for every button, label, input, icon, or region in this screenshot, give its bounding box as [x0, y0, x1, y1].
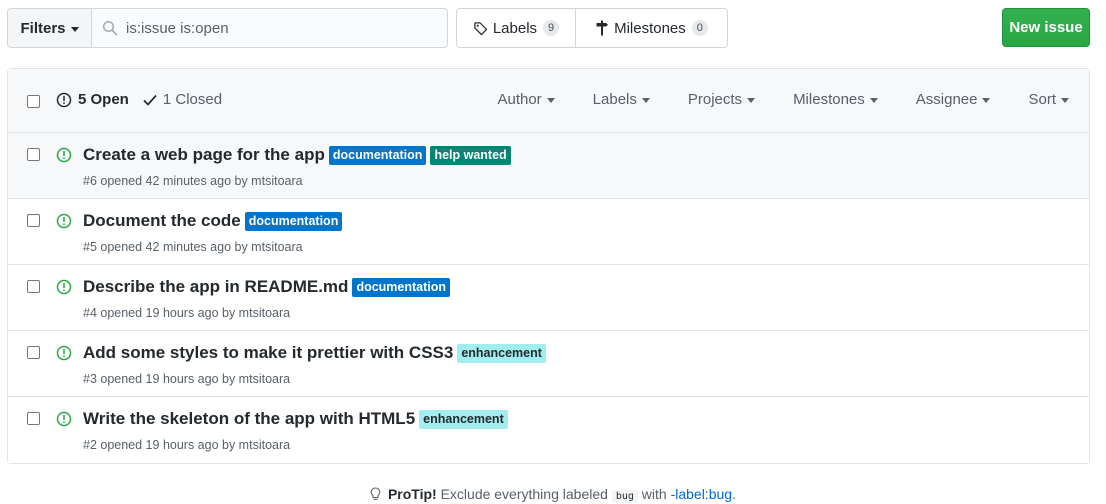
milestones-count-badge: 0: [691, 20, 708, 36]
issue-state-toggle: 5 Open 1 Closed: [56, 91, 222, 108]
search-icon: [102, 20, 118, 36]
issue-title-line: Document the code documentation: [83, 211, 343, 231]
label-documentation[interactable]: documentation: [352, 277, 451, 297]
chevron-down-icon: [1061, 98, 1069, 103]
issue-opened-icon: [56, 92, 72, 107]
chevron-down-icon: [869, 98, 878, 103]
issue-opened-icon: [56, 345, 72, 361]
issue-meta: #4 opened 19 hours ago by mtsitoara: [83, 306, 291, 320]
sort-menu-label: Sort: [1028, 91, 1056, 108]
protip: ProTip! Exclude everything labeled bug w…: [0, 486, 1106, 503]
sort-menu[interactable]: Sort: [1028, 91, 1069, 108]
search-box[interactable]: [92, 9, 447, 47]
issue-row[interactable]: Add some styles to make it prettier with…: [8, 331, 1089, 397]
issue-rows: Create a web page for the app documentati…: [8, 133, 1089, 463]
chevron-down-icon: [982, 98, 991, 103]
issue-checkbox[interactable]: [27, 214, 40, 227]
issue-checkbox[interactable]: [27, 412, 40, 425]
issue-row[interactable]: Write the skeleton of the app with HTML5…: [8, 397, 1089, 463]
issue-meta: #3 opened 19 hours ago by mtsitoara: [83, 372, 291, 386]
filters-button[interactable]: Filters: [8, 9, 92, 47]
protip-link[interactable]: -label:bug: [671, 486, 733, 502]
issue-opened-icon: [56, 279, 72, 295]
chevron-down-icon: [641, 98, 650, 103]
milestone-icon: [596, 20, 609, 36]
search-input[interactable]: [126, 19, 426, 37]
issue-checkbox[interactable]: [27, 346, 40, 359]
chevron-down-icon: [546, 98, 555, 103]
check-icon: [143, 94, 157, 106]
open-count-label: 5 Open: [78, 91, 129, 108]
projects-menu[interactable]: Projects: [687, 91, 756, 108]
open-issues-link[interactable]: 5 Open: [56, 91, 129, 108]
assignee-menu[interactable]: Assignee: [916, 91, 991, 108]
label-documentation[interactable]: documentation: [244, 211, 343, 231]
label-enhancement[interactable]: enhancement: [457, 343, 546, 363]
labels-menu-label: Labels: [592, 91, 637, 108]
issue-title-line: Write the skeleton of the app with HTML5…: [83, 409, 508, 429]
select-all-checkbox[interactable]: [27, 95, 40, 108]
milestones-button[interactable]: Milestones 0: [576, 9, 727, 47]
filters-search-group: Filters: [7, 8, 448, 48]
issue-title-line: Create a web page for the app documentati…: [83, 145, 511, 165]
issue-meta: #5 opened 42 minutes ago by mtsitoara: [83, 240, 303, 254]
projects-menu-label: Projects: [687, 91, 743, 108]
issue-title-link[interactable]: Add some styles to make it prettier with…: [83, 343, 453, 363]
issue-title-link[interactable]: Create a web page for the app: [83, 145, 325, 165]
issues-list: 5 Open 1 Closed Author Labels Projects M…: [7, 68, 1090, 464]
labels-button-label: Labels: [492, 19, 538, 37]
label-documentation[interactable]: documentation: [328, 145, 427, 165]
issue-row[interactable]: Create a web page for the app documentati…: [8, 133, 1089, 199]
filter-menus: Author Labels Projects Milestones Assign…: [497, 91, 1069, 108]
protip-text-before: Exclude everything labeled: [440, 486, 608, 502]
issue-title-link[interactable]: Write the skeleton of the app with HTML5: [83, 409, 415, 429]
labels-button[interactable]: Labels 9: [457, 9, 576, 47]
chevron-down-icon: [747, 98, 756, 103]
filters-label: Filters: [20, 19, 66, 37]
issue-meta: #2 opened 19 hours ago by mtsitoara: [83, 438, 291, 452]
assignee-menu-label: Assignee: [915, 91, 978, 108]
issue-checkbox[interactable]: [27, 280, 40, 293]
chevron-down-icon: [70, 26, 79, 32]
issue-row[interactable]: Describe the app in README.md documentati…: [8, 265, 1089, 331]
light-bulb-icon: [370, 487, 381, 500]
labels-count-badge: 9: [543, 20, 560, 36]
label-enhancement[interactable]: enhancement: [419, 409, 508, 429]
protip-text-middle: with: [641, 486, 667, 502]
closed-issues-link[interactable]: 1 Closed: [143, 91, 222, 108]
issue-title-link[interactable]: Describe the app in README.md: [83, 277, 348, 297]
milestones-menu-label: Milestones: [793, 91, 865, 108]
issue-checkbox[interactable]: [27, 148, 40, 161]
labels-menu[interactable]: Labels: [593, 91, 650, 108]
issue-title-line: Describe the app in README.md documentati…: [83, 277, 451, 297]
milestones-menu[interactable]: Milestones: [793, 91, 878, 108]
issue-title-line: Add some styles to make it prettier with…: [83, 343, 546, 363]
labels-milestones-group: Labels 9 Milestones 0: [456, 8, 728, 48]
issue-title-link[interactable]: Document the code: [83, 211, 241, 231]
protip-lead: ProTip!: [387, 486, 437, 502]
protip-code: bug: [611, 490, 638, 503]
tag-icon: [474, 21, 488, 35]
milestones-button-label: Milestones: [614, 19, 686, 37]
issue-opened-icon: [56, 213, 72, 229]
issues-toolbar: Filters Labels 9 Milestones 0: [7, 8, 1090, 48]
closed-count-label: 1 Closed: [162, 91, 223, 108]
new-issue-button[interactable]: New issue: [1002, 8, 1090, 47]
protip-text-after: .: [732, 486, 736, 502]
issue-opened-icon: [56, 411, 72, 427]
label-help-wanted[interactable]: help wanted: [430, 145, 511, 165]
author-menu[interactable]: Author: [497, 91, 555, 108]
issue-row[interactable]: Document the code documentation #5 opened …: [8, 199, 1089, 265]
issue-opened-icon: [56, 147, 72, 163]
issues-list-header: 5 Open 1 Closed Author Labels Projects M…: [8, 69, 1089, 133]
author-menu-label: Author: [497, 91, 542, 108]
issue-meta: #6 opened 42 minutes ago by mtsitoara: [83, 174, 303, 188]
new-issue-label: New issue: [1009, 19, 1083, 36]
